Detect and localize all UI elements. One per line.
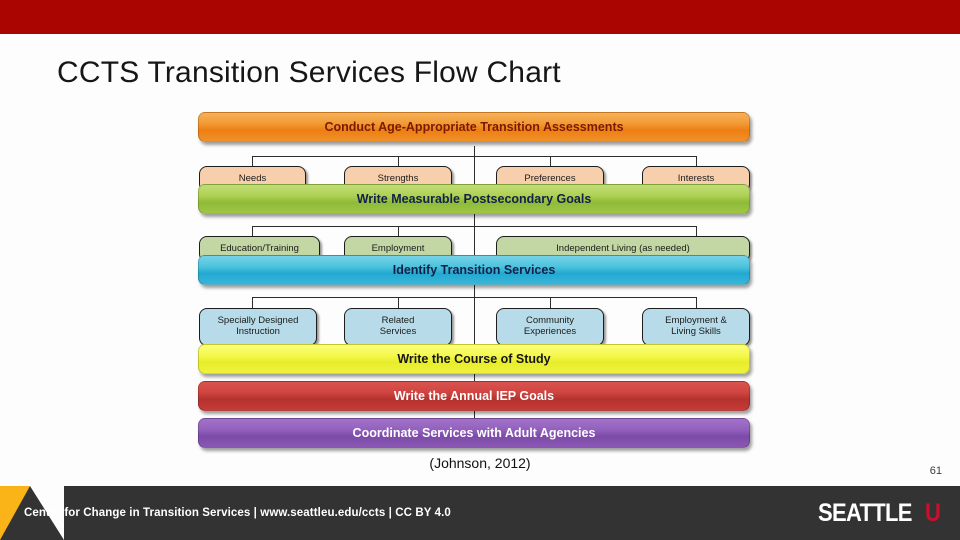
flow-substage-employment-label: Employment [371,242,425,254]
flow-substage-row-goals: Education/Training Employment Independen… [198,222,750,262]
page-title: CCTS Transition Services Flow Chart [57,56,561,89]
flow-substage-needs-label: Needs [238,172,267,184]
slide-footer: Center for Change in Transition Services… [0,486,960,540]
flow-substage-community-experiences[interactable]: Community Experiences [496,308,604,346]
top-accent-band [0,0,960,34]
flow-substage-employment-living-skills-label: Employment & Living Skills [665,315,727,337]
flow-substage-interests-label: Interests [677,172,715,184]
flow-substage-specially-designed-instruction-label: Specially Designed Instruction [217,315,299,337]
flow-substage-related-services[interactable]: Related Services [344,308,452,346]
footer-attribution: Center for Change in Transition Services… [24,507,451,519]
flow-stage-coordinate-services-label: Coordinate Services with Adult Agencies [352,425,596,440]
transition-services-flowchart: Conduct Age-Appropriate Transition Asses… [198,112,750,452]
flow-stage-assessments[interactable]: Conduct Age-Appropriate Transition Asses… [198,112,750,142]
flow-substage-education-training-label: Education/Training [220,242,299,254]
seattle-u-logo-word: SEATTLE [818,498,912,527]
page-number: 61 [929,465,942,477]
seattle-u-logo-mark: U [924,498,941,527]
flow-stage-course-of-study-label: Write the Course of Study [397,351,551,366]
flow-stage-annual-iep-goals-label: Write the Annual IEP Goals [393,388,555,403]
flow-substage-community-experiences-label: Community Experiences [523,315,577,337]
flow-stage-coordinate-services[interactable]: Coordinate Services with Adult Agencies [198,418,750,448]
flow-stage-course-of-study[interactable]: Write the Course of Study [198,344,750,374]
flow-stage-transition-services-label: Identify Transition Services [392,262,556,277]
flow-substage-related-services-label: Related Services [379,315,417,337]
flow-stage-assessments-label: Conduct Age-Appropriate Transition Asses… [324,119,624,134]
flow-stage-annual-iep-goals[interactable]: Write the Annual IEP Goals [198,381,750,411]
flow-substage-strengths-label: Strengths [377,172,419,184]
flow-substage-employment-living-skills[interactable]: Employment & Living Skills [642,308,750,346]
flow-substage-independent-living-label: Independent Living (as needed) [556,242,690,254]
flow-substage-row-services: Specially Designed Instruction Related Ser… [198,294,750,346]
seattle-u-logo: SEATTLE U [818,486,942,540]
flow-substage-row-assessments: Needs Strengths Preferences Interests [198,152,750,192]
source-citation: (Johnson, 2012) [429,455,531,471]
flow-stage-postsecondary-goals[interactable]: Write Measurable Postsecondary Goals [198,184,750,214]
flow-stage-postsecondary-goals-label: Write Measurable Postsecondary Goals [356,191,592,206]
flow-substage-specially-designed-instruction[interactable]: Specially Designed Instruction [199,308,317,346]
flow-stage-transition-services[interactable]: Identify Transition Services [198,255,750,285]
flow-substage-preferences-label: Preferences [524,172,576,184]
